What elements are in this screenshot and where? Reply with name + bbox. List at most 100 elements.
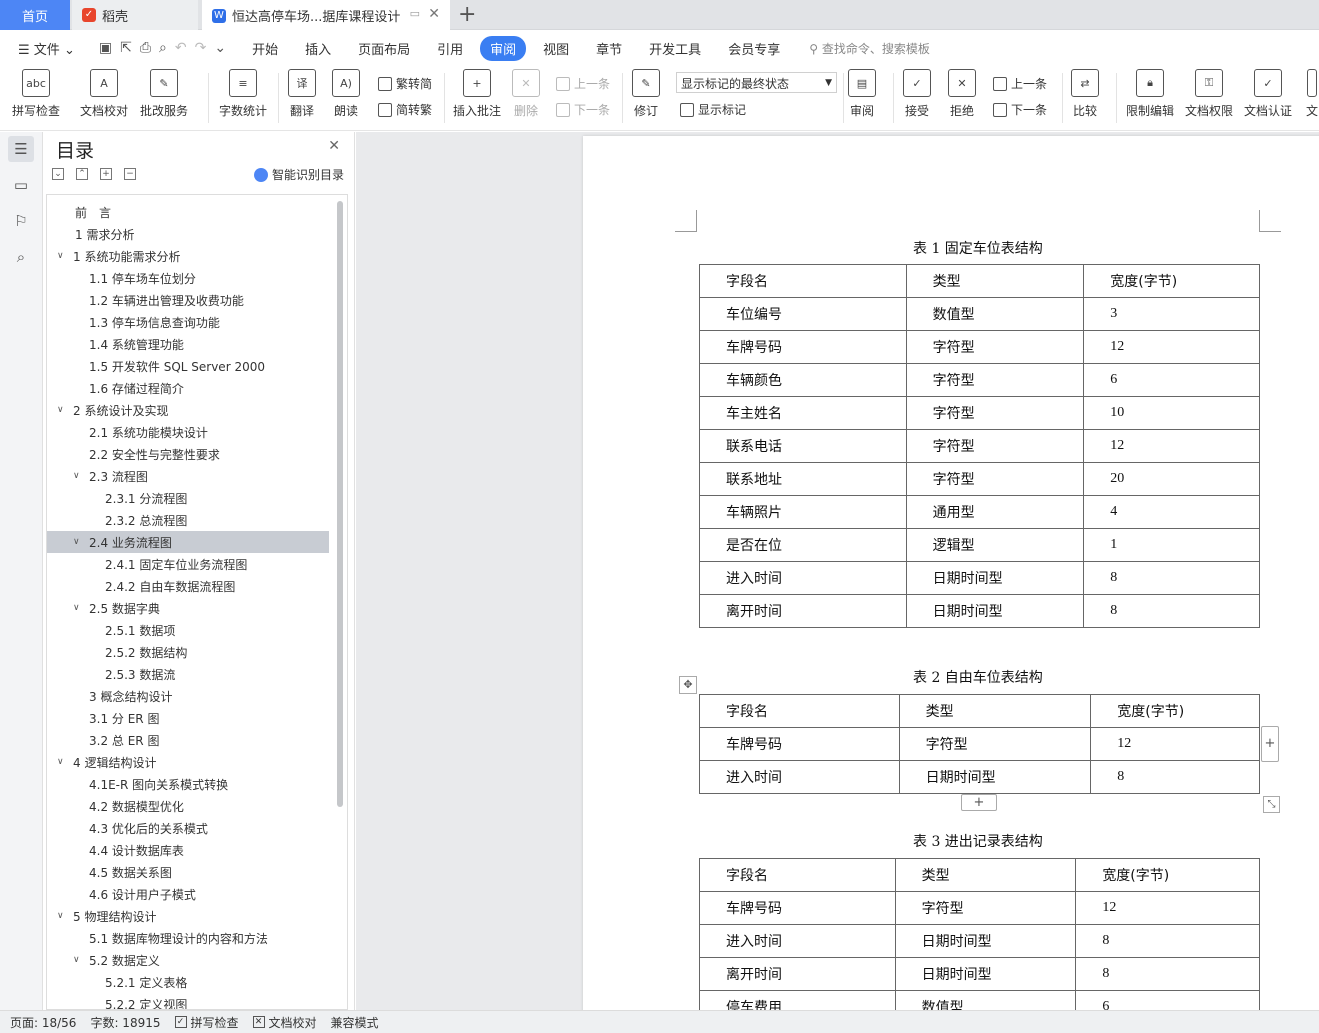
remove-level-icon[interactable]: −: [124, 168, 136, 180]
table-cell[interactable]: 数值型: [894, 990, 1077, 1010]
toc-item[interactable]: ∨ 5 物理结构设计: [47, 905, 329, 927]
prev-change-button[interactable]: 上一条: [993, 75, 1047, 92]
simp-to-trad-button[interactable]: 简转繁: [378, 101, 432, 118]
table-cell[interactable]: 12: [1083, 429, 1260, 463]
table-cell[interactable]: 车辆颜色: [699, 363, 907, 397]
toc-item[interactable]: ∨ 2.4 业务流程图: [47, 531, 329, 553]
doc-proof-button[interactable]: A 文档校对: [80, 69, 128, 119]
table-cell[interactable]: 8: [1083, 594, 1260, 628]
doc-permission-button[interactable]: ⚿ 文档权限: [1185, 69, 1233, 119]
table-cell[interactable]: 8: [1083, 561, 1260, 595]
menu-item[interactable]: 审阅: [480, 35, 527, 61]
table-cell[interactable]: 字符型: [898, 727, 1092, 761]
table-cell[interactable]: 12: [1083, 330, 1260, 364]
toc-item[interactable]: 2.4.1 固定车位业务流程图: [47, 553, 329, 575]
toc-item[interactable]: ∨ 2.3 流程图: [47, 465, 329, 487]
table-cell[interactable]: 通用型: [905, 495, 1085, 529]
table-cell[interactable]: 车主姓名: [699, 396, 907, 430]
table-cell[interactable]: 日期时间型: [898, 760, 1092, 794]
table-cell[interactable]: 车牌号码: [699, 330, 907, 364]
table-cell[interactable]: 宽度(字节): [1090, 694, 1260, 728]
table-cell[interactable]: 类型: [894, 858, 1077, 892]
add-level-icon[interactable]: +: [100, 168, 112, 180]
table-2[interactable]: 字段名 类型 宽度(字节) 车牌号码 字符型 12 进入时间 日期时间型 8: [699, 694, 1260, 794]
table-cell[interactable]: 8: [1075, 924, 1260, 958]
word-count-button[interactable]: ≡ 字数统计: [219, 69, 267, 119]
toc-item[interactable]: ∨ 2.5 数据字典: [47, 597, 329, 619]
search-icon[interactable]: ⌕: [8, 244, 34, 270]
toc-item[interactable]: ∨ 5.2 数据定义: [47, 949, 329, 971]
show-markup-button[interactable]: 显示标记: [680, 101, 746, 118]
table-cell[interactable]: 6: [1083, 363, 1260, 397]
chevron-down-icon[interactable]: ∨: [57, 757, 73, 767]
expand-up-icon[interactable]: ⌃: [76, 168, 88, 180]
close-icon[interactable]: ✕: [328, 138, 340, 154]
save-icon[interactable]: ▣: [99, 40, 112, 56]
command-search[interactable]: ⚲ 查找命令、搜索模板: [809, 40, 930, 57]
chevron-down-icon[interactable]: ∨: [73, 603, 89, 613]
table-cell[interactable]: 是否在位: [699, 528, 907, 562]
chevron-down-icon[interactable]: ∨: [73, 537, 89, 547]
toc-item[interactable]: 前 言: [47, 201, 329, 223]
toc-item[interactable]: 1.4 系统管理功能: [47, 333, 329, 355]
print-preview-icon[interactable]: ⌕: [159, 40, 167, 56]
spell-check-toggle[interactable]: ✓ 拼写检查: [174, 1014, 239, 1031]
move-table-icon[interactable]: ✥: [679, 676, 697, 694]
table-cell[interactable]: 12: [1090, 727, 1260, 761]
print-icon[interactable]: ⎙: [140, 40, 151, 56]
table-cell[interactable]: 20: [1083, 462, 1260, 496]
menu-item[interactable]: 引用: [427, 36, 473, 61]
table-cell[interactable]: 字段名: [699, 264, 907, 298]
toc-nav-icon[interactable]: ☰: [8, 136, 34, 162]
table-cell[interactable]: 进入时间: [699, 760, 900, 794]
toc-item[interactable]: 1.2 车辆进出管理及收费功能: [47, 289, 329, 311]
table-cell[interactable]: 字符型: [905, 429, 1085, 463]
menu-item[interactable]: 插入: [295, 36, 341, 61]
toc-scrollbar[interactable]: [337, 201, 343, 807]
table-cell[interactable]: 6: [1075, 990, 1260, 1010]
window-icon[interactable]: ▭: [410, 7, 420, 20]
toc-item[interactable]: 2.1 系统功能模块设计: [47, 421, 329, 443]
table-cell[interactable]: 离开时间: [699, 594, 907, 628]
quick-access-more-icon[interactable]: ⌄: [214, 40, 226, 56]
toc-item[interactable]: 5.2.1 定义表格: [47, 971, 329, 993]
toc-item[interactable]: 2.2 安全性与完整性要求: [47, 443, 329, 465]
toc-item[interactable]: ∨ 2 系统设计及实现: [47, 399, 329, 421]
read-aloud-button[interactable]: A) 朗读: [332, 69, 360, 119]
restrict-edit-button[interactable]: 🔒︎ 限制编辑: [1126, 69, 1174, 119]
chevron-down-icon[interactable]: ∨: [57, 405, 73, 415]
toc-item[interactable]: 2.5.1 数据项: [47, 619, 329, 641]
table-cell[interactable]: 类型: [898, 694, 1092, 728]
close-icon[interactable]: ✕: [428, 6, 440, 22]
toc-item[interactable]: 1.1 停车场车位划分: [47, 267, 329, 289]
chevron-down-icon[interactable]: ∨: [73, 955, 89, 965]
table-cell[interactable]: 日期时间型: [894, 924, 1077, 958]
table-cell[interactable]: 8: [1075, 957, 1260, 991]
table-cell[interactable]: 进入时间: [699, 561, 907, 595]
table-cell[interactable]: 联系地址: [699, 462, 907, 496]
toc-item[interactable]: 4.4 设计数据库表: [47, 839, 329, 861]
table-cell[interactable]: 宽度(字节): [1075, 858, 1260, 892]
table-1[interactable]: 字段名 类型 宽度(字节) 车位编号 数值型 3 车牌号码 字符型 12 车辆颜色 字符型 6 车主姓名…: [699, 264, 1260, 628]
undo-icon[interactable]: ↶: [175, 40, 187, 56]
toc-item[interactable]: 5.1 数据库物理设计的内容和方法: [47, 927, 329, 949]
toc-item[interactable]: 4.6 设计用户子模式: [47, 883, 329, 905]
export-icon[interactable]: ⇱: [120, 40, 132, 56]
toc-item[interactable]: 2.3.2 总流程图: [47, 509, 329, 531]
next-comment-button[interactable]: 下一条: [556, 101, 610, 118]
table-cell[interactable]: 日期时间型: [905, 594, 1085, 628]
table-cell[interactable]: 进入时间: [699, 924, 896, 958]
table-cell[interactable]: 车位编号: [699, 297, 907, 331]
table-cell[interactable]: 宽度(字节): [1083, 264, 1260, 298]
table-cell[interactable]: 字符型: [905, 363, 1085, 397]
table-cell[interactable]: 10: [1083, 396, 1260, 430]
table-cell[interactable]: 停车费用: [699, 990, 896, 1010]
toc-item[interactable]: 3.2 总 ER 图: [47, 729, 329, 751]
toc-item[interactable]: 4.2 数据模型优化: [47, 795, 329, 817]
tab-daoke[interactable]: ✓ 稻壳: [72, 0, 198, 30]
new-tab-button[interactable]: +: [458, 2, 476, 27]
doc-cut-button[interactable]: 文: [1306, 69, 1318, 119]
table-3[interactable]: 字段名 类型 宽度(字节) 车牌号码 字符型 12 进入时间 日期时间型 8 离开时间 日期时间型 8…: [699, 858, 1260, 1010]
bookmark-icon[interactable]: ⚐: [8, 208, 34, 234]
chevron-down-icon[interactable]: ∨: [57, 251, 73, 261]
